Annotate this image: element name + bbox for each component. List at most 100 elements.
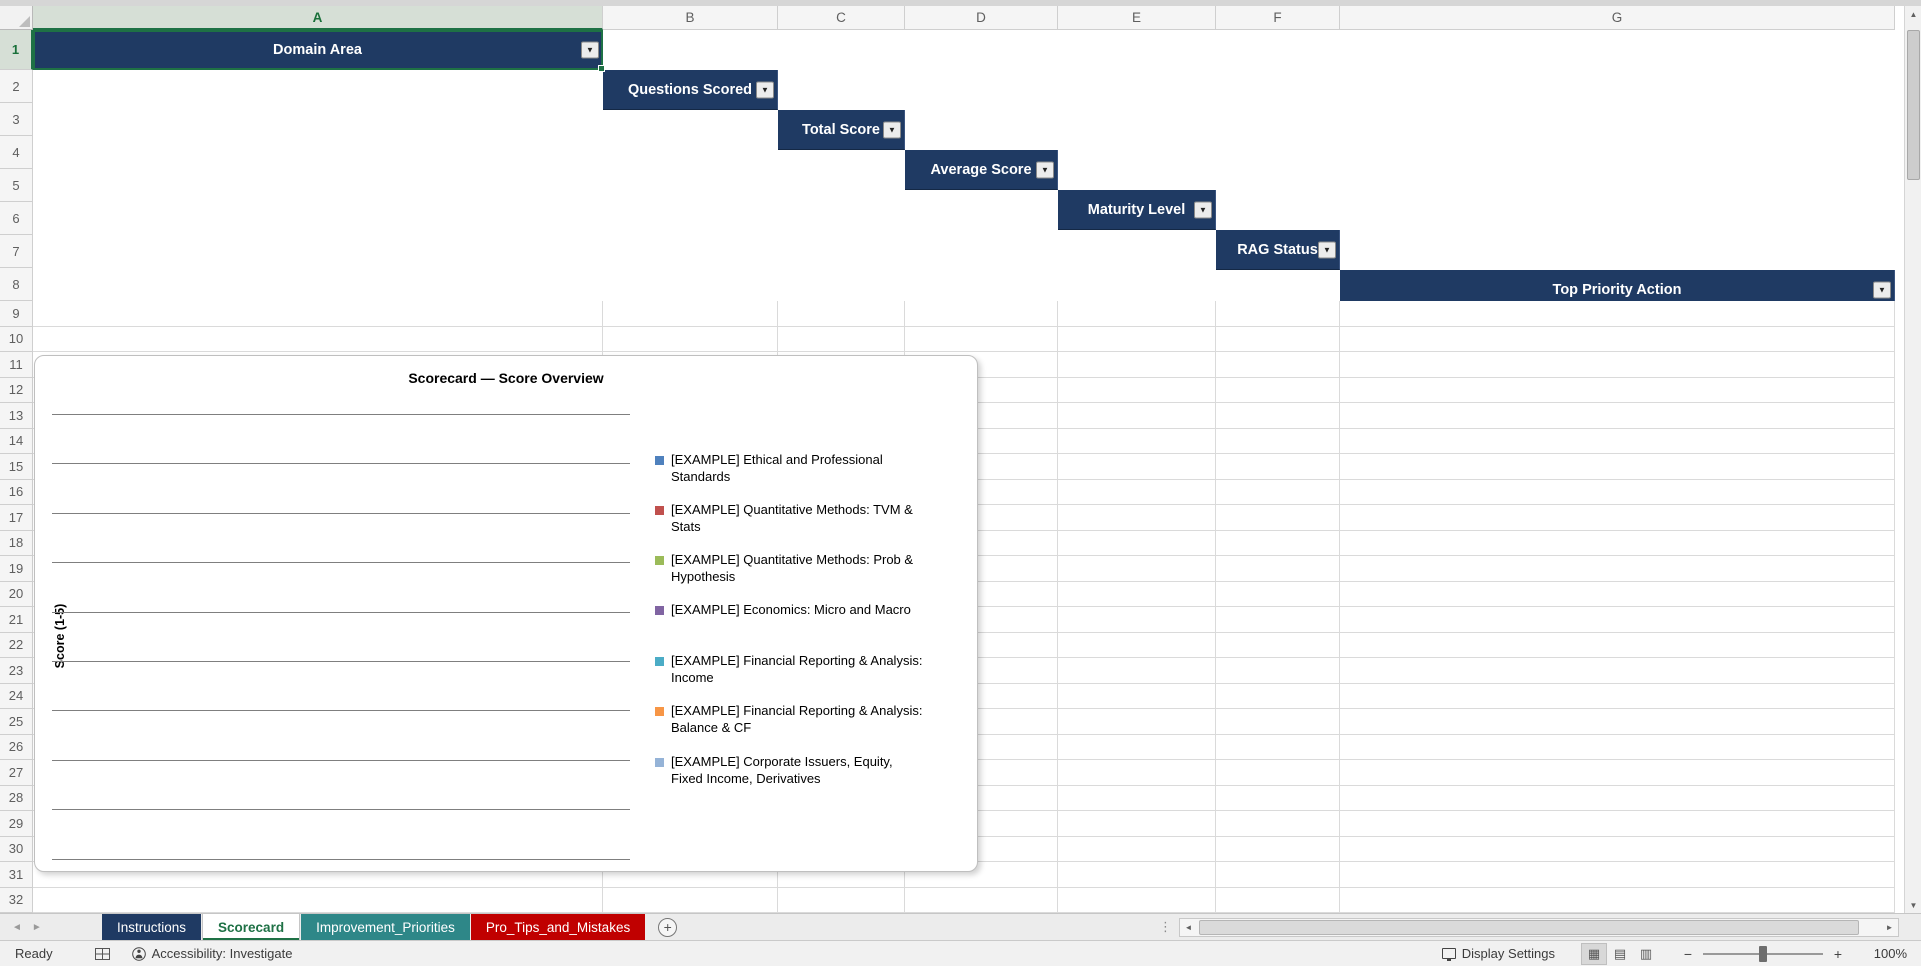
row-header-2[interactable]: 2	[0, 70, 33, 103]
cell-E9[interactable]	[1058, 301, 1216, 327]
row-header-13[interactable]: 13	[0, 403, 33, 429]
cell-F13[interactable]	[1216, 403, 1340, 429]
row-header-20[interactable]: 20	[0, 581, 33, 607]
cell-F22[interactable]	[1216, 632, 1340, 658]
cell-E15[interactable]	[1058, 454, 1216, 480]
cell-G15[interactable]	[1340, 454, 1895, 480]
tab-nav-left-icon[interactable]: ◄	[12, 922, 22, 933]
cell-E16[interactable]	[1058, 479, 1216, 505]
cell-F30[interactable]	[1216, 836, 1340, 862]
cell-F23[interactable]	[1216, 658, 1340, 684]
cell-B10[interactable]	[603, 326, 778, 352]
cell-F27[interactable]	[1216, 760, 1340, 786]
cell-F32[interactable]	[1216, 887, 1340, 913]
cell-F31[interactable]	[1216, 862, 1340, 888]
header-cell-a1[interactable]: Domain Area ▼	[33, 30, 603, 70]
row-header-27[interactable]: 27	[0, 760, 33, 786]
sheet-tab-scorecard[interactable]: Scorecard	[202, 914, 301, 940]
cell-E29[interactable]	[1058, 811, 1216, 837]
cell-G14[interactable]	[1340, 428, 1895, 454]
filter-dropdown-icon-f[interactable]: ▼	[1318, 241, 1336, 258]
column-header-f[interactable]: F	[1216, 6, 1340, 30]
cell-E12[interactable]	[1058, 377, 1216, 403]
row-header-1[interactable]: 1	[0, 30, 33, 70]
vertical-scrollbar[interactable]: ▲ ▼	[1904, 6, 1921, 913]
cell-F11[interactable]	[1216, 352, 1340, 378]
cell-G17[interactable]	[1340, 505, 1895, 531]
cell-F10[interactable]	[1216, 326, 1340, 352]
cell-F24[interactable]	[1216, 683, 1340, 709]
cell-G23[interactable]	[1340, 658, 1895, 684]
row-header-7[interactable]: 7	[0, 235, 33, 268]
row-header-23[interactable]: 23	[0, 658, 33, 684]
row-header-15[interactable]: 15	[0, 454, 33, 480]
cell-C32[interactable]	[778, 887, 905, 913]
zoom-slider-thumb[interactable]	[1759, 945, 1767, 962]
column-header-e[interactable]: E	[1058, 6, 1216, 30]
filter-dropdown-icon-e[interactable]: ▼	[1194, 201, 1212, 218]
cell-G24[interactable]	[1340, 683, 1895, 709]
cell-F20[interactable]	[1216, 581, 1340, 607]
accessibility-status[interactable]: Accessibility: Investigate	[131, 946, 292, 961]
row-header-26[interactable]: 26	[0, 734, 33, 760]
cell-F17[interactable]	[1216, 505, 1340, 531]
filter-dropdown-icon-d[interactable]: ▼	[1036, 161, 1054, 178]
horizontal-scroll-thumb[interactable]	[1199, 919, 1859, 935]
header-cell-e1[interactable]: Maturity Level ▼	[1058, 190, 1216, 230]
cell-C9[interactable]	[778, 301, 905, 327]
cell-E31[interactable]	[1058, 862, 1216, 888]
header-cell-d1[interactable]: Average Score ▼	[905, 150, 1058, 190]
cell-G29[interactable]	[1340, 811, 1895, 837]
row-header-17[interactable]: 17	[0, 505, 33, 531]
row-header-10[interactable]: 10	[0, 326, 33, 352]
row-header-8[interactable]: 8	[0, 268, 33, 301]
filter-dropdown-icon-g[interactable]: ▼	[1873, 281, 1891, 298]
tab-nav-right-icon[interactable]: ►	[32, 922, 42, 933]
cell-F12[interactable]	[1216, 377, 1340, 403]
row-header-14[interactable]: 14	[0, 428, 33, 454]
column-header-a[interactable]: A	[33, 6, 603, 30]
column-header-c[interactable]: C	[778, 6, 905, 30]
display-settings-button[interactable]: Display Settings	[1441, 946, 1555, 961]
row-header-25[interactable]: 25	[0, 709, 33, 735]
cell-D32[interactable]	[905, 887, 1058, 913]
cell-F29[interactable]	[1216, 811, 1340, 837]
cell-G25[interactable]	[1340, 709, 1895, 735]
cell-G9[interactable]	[1340, 301, 1895, 327]
select-all-corner[interactable]	[0, 6, 33, 30]
row-header-30[interactable]: 30	[0, 836, 33, 862]
column-header-b[interactable]: B	[603, 6, 778, 30]
cell-E25[interactable]	[1058, 709, 1216, 735]
row-header-18[interactable]: 18	[0, 530, 33, 556]
filter-dropdown-icon-c[interactable]: ▼	[883, 121, 901, 138]
sheet-tab-improvement_priorities[interactable]: Improvement_Priorities	[301, 914, 470, 940]
cell-E27[interactable]	[1058, 760, 1216, 786]
row-header-24[interactable]: 24	[0, 683, 33, 709]
cell-E26[interactable]	[1058, 734, 1216, 760]
chart-scorecard-overview[interactable]: Scorecard — Score Overview Score (1-5) […	[34, 355, 978, 872]
column-header-d[interactable]: D	[905, 6, 1058, 30]
view-page-break-button[interactable]: ▥	[1633, 943, 1659, 965]
cell-E11[interactable]	[1058, 352, 1216, 378]
cell-G21[interactable]	[1340, 607, 1895, 633]
view-page-layout-button[interactable]: ▤	[1607, 943, 1633, 965]
row-header-11[interactable]: 11	[0, 352, 33, 378]
cell-C10[interactable]	[778, 326, 905, 352]
row-header-22[interactable]: 22	[0, 632, 33, 658]
cell-E30[interactable]	[1058, 836, 1216, 862]
filter-dropdown-icon-b[interactable]: ▼	[756, 81, 774, 98]
column-header-g[interactable]: G	[1340, 6, 1895, 30]
zoom-in-button[interactable]: +	[1827, 946, 1849, 962]
scroll-up-button[interactable]: ▲	[1905, 6, 1921, 22]
cell-E18[interactable]	[1058, 530, 1216, 556]
row-header-16[interactable]: 16	[0, 479, 33, 505]
view-normal-button[interactable]: ▦	[1581, 942, 1607, 965]
cell-G28[interactable]	[1340, 785, 1895, 811]
tab-strip-resize-handle[interactable]: ⋮	[1151, 919, 1179, 935]
cell-A32[interactable]	[33, 887, 603, 913]
cell-G19[interactable]	[1340, 556, 1895, 582]
header-cell-b1[interactable]: Questions Scored ▼	[603, 70, 778, 110]
cell-E32[interactable]	[1058, 887, 1216, 913]
cell-F16[interactable]	[1216, 479, 1340, 505]
row-header-28[interactable]: 28	[0, 785, 33, 811]
